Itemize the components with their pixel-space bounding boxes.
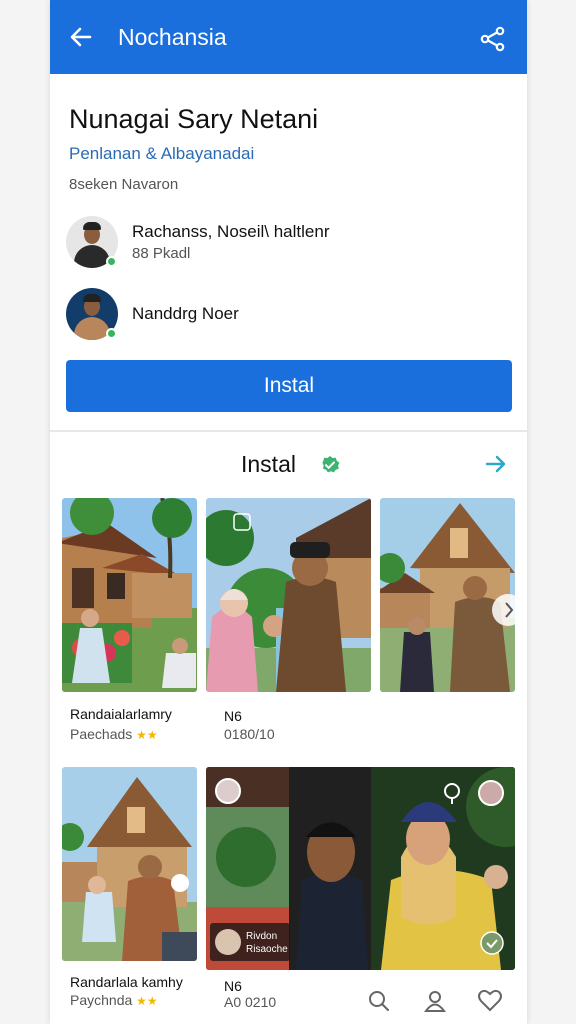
overlay-line-1: Rivdon [246,931,277,942]
gallery-caption-sub: Paychnda ★★ [70,992,158,1008]
gallery-image[interactable] [62,498,197,692]
gallery-caption-title: N6 [224,708,242,724]
app-bar-title: Nochansia [118,24,227,50]
online-status-icon [106,256,117,267]
app-bar: Nochansia [50,0,527,74]
heart-icon[interactable] [477,988,503,1014]
gallery-collage[interactable]: Rivdon Risaoche [206,767,515,970]
app-header: Nunagai Sary Netani Penlanan & Albayanad… [50,74,527,432]
gallery-caption-sub: 0180/10 [224,726,275,742]
developer-name: Nanddrg Noer [132,304,239,323]
back-arrow-icon[interactable] [66,22,96,52]
gallery-image[interactable] [206,498,371,692]
profile-icon[interactable] [422,988,448,1014]
verified-check-icon [320,455,340,475]
overlay-line-2: Risaoche [246,944,288,955]
app-category[interactable]: Penlanan & Albayanadai [69,144,254,164]
developer-row[interactable]: Nanddrg Noer [66,288,239,340]
developer-name: Rachanss, Noseil\ haltlenr [132,222,330,241]
phone-screen: Nochansia Nunagai Sary Netani Penlanan &… [50,0,527,1024]
install-button[interactable]: Instal [66,360,512,412]
rating-stars: ★★ [136,728,158,742]
rating-stars: ★★ [136,994,158,1008]
app-meta: 8seken Navaron [69,176,179,193]
gallery-image[interactable] [62,767,197,961]
gallery-caption-title: N6 [224,978,242,994]
share-icon[interactable] [478,24,508,54]
arrow-right-icon[interactable] [484,452,508,476]
developer-role: 88 Pkadl [132,245,191,262]
gallery-caption-title: Randarlala kamhy [70,974,183,990]
search-icon[interactable] [366,988,392,1014]
gallery-image[interactable] [380,498,515,692]
gallery-caption-sub: A0 0210 [224,994,277,1010]
app-title: Nunagai Sary Netani [69,104,319,134]
section-title: Instal [241,451,296,477]
gallery-caption-title: Randaialarlamry [70,706,172,722]
divider [50,430,527,432]
developer-row[interactable]: Rachanss, Noseil\ haltlenr 88 Pkadl [66,216,329,268]
gallery-caption-sub: Paechads ★★ [70,726,158,742]
online-status-icon [106,328,117,339]
